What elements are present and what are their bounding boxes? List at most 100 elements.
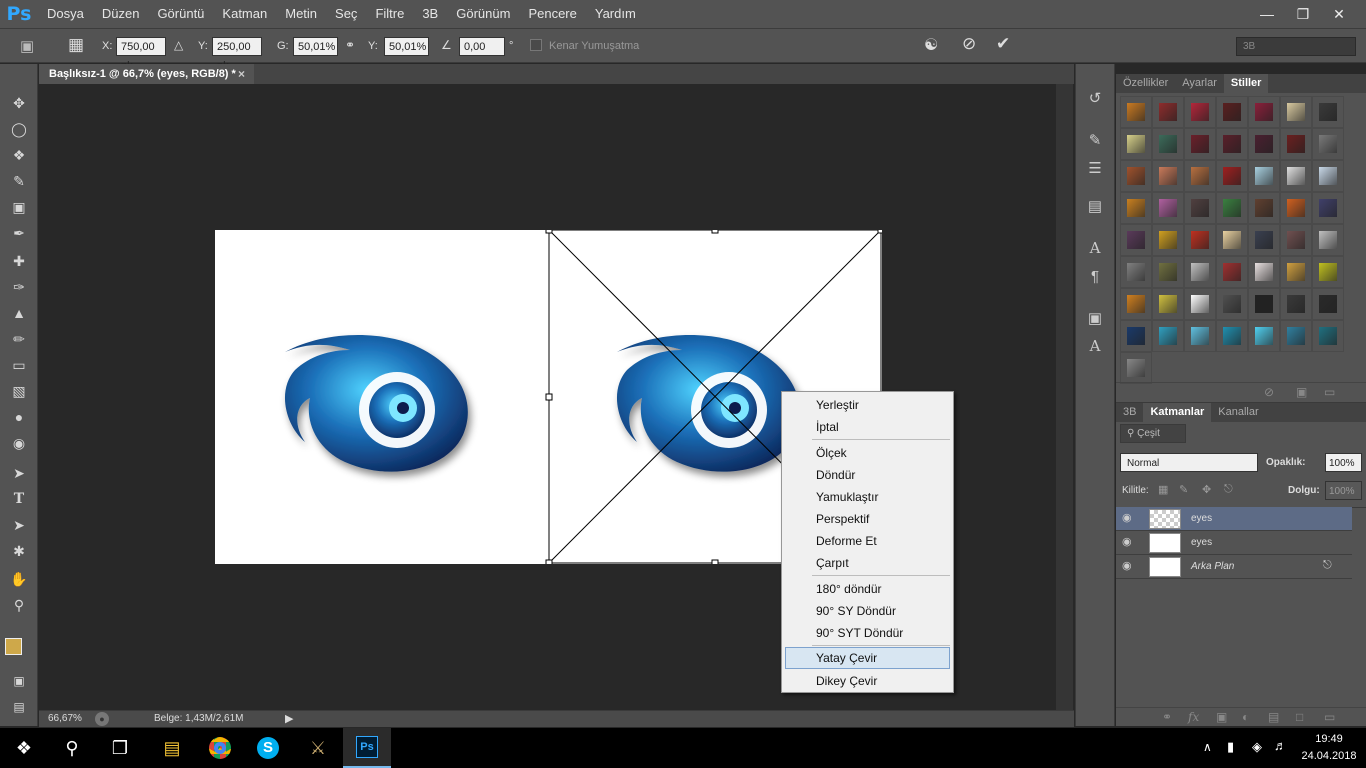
style-swatch[interactable] [1184, 256, 1216, 288]
clock-date[interactable]: 24.04.2018 [1300, 750, 1358, 762]
blend-mode-select[interactable]: Normal [1120, 453, 1258, 472]
menu-item-distort[interactable]: Deforme Et [785, 530, 950, 552]
task-view-icon[interactable]: ❐ [96, 728, 144, 768]
new-style-icon[interactable]: ▣ [1296, 385, 1307, 399]
character-panel-icon[interactable]: A [1084, 238, 1106, 258]
clear-style-icon[interactable]: ⊘ [1264, 385, 1274, 399]
menu-item-flip-vertical[interactable]: Dikey Çevir [785, 670, 950, 692]
screen-mode-icon[interactable]: ▤ [7, 696, 31, 718]
healing-brush-tool-icon[interactable]: ✚ [7, 250, 31, 272]
zoom-tool-icon[interactable]: ⚲ [7, 594, 31, 616]
style-swatch[interactable] [1120, 320, 1152, 352]
vertical-scrollbar[interactable] [1056, 84, 1073, 710]
transform-tool-icon[interactable]: ▣ [20, 37, 34, 55]
style-swatch[interactable] [1312, 192, 1344, 224]
history-panel-icon[interactable]: ↺ [1084, 88, 1106, 108]
tab-layers[interactable]: Katmanlar [1143, 403, 1212, 422]
volume-icon[interactable]: ♬ [1274, 738, 1287, 753]
warp-mode-icon[interactable]: ☯ [924, 35, 938, 55]
style-swatch[interactable] [1280, 288, 1312, 320]
close-tab-icon[interactable]: × [238, 64, 245, 84]
menu-filter[interactable]: Filtre [366, 0, 413, 28]
style-swatch[interactable] [1216, 160, 1248, 192]
style-swatch[interactable] [1280, 192, 1312, 224]
search-icon[interactable]: ⚲ [48, 728, 96, 768]
style-swatch[interactable] [1312, 256, 1344, 288]
style-swatch[interactable] [1248, 96, 1280, 128]
style-swatch[interactable] [1312, 96, 1344, 128]
style-swatch[interactable] [1248, 128, 1280, 160]
tab-properties[interactable]: Özellikler [1116, 74, 1175, 93]
style-swatch[interactable] [1248, 320, 1280, 352]
menu-file[interactable]: Dosya [38, 0, 93, 28]
height-field[interactable]: 50,01% [384, 37, 429, 56]
style-swatch[interactable] [1280, 320, 1312, 352]
lock-pixels-icon[interactable]: ▦ [1158, 483, 1168, 496]
menu-layer[interactable]: Katman [213, 0, 276, 28]
blur-tool-icon[interactable]: ● [7, 406, 31, 428]
brush-presets-icon[interactable]: ☰ [1084, 158, 1106, 178]
zoom-level[interactable]: 66,67% [48, 713, 82, 724]
dodge-tool-icon[interactable]: ◉ [7, 432, 31, 454]
gradient-tool-icon[interactable]: ▧ [7, 380, 31, 402]
document-tab[interactable]: Başlıksız-1 @ 66,7% (eyes, RGB/8) * × [39, 64, 254, 84]
menu-item-rotate-90-ccw[interactable]: 90° SYT Döndür [785, 622, 950, 644]
quick-select-tool-icon[interactable]: ✎ [7, 170, 31, 192]
delete-layer-icon[interactable]: ▭ [1324, 710, 1335, 724]
style-swatch[interactable] [1184, 192, 1216, 224]
style-swatch[interactable] [1248, 224, 1280, 256]
style-swatch[interactable] [1280, 160, 1312, 192]
brush-panel-icon[interactable]: ✎ [1084, 130, 1106, 150]
file-explorer-icon[interactable]: ▤ [148, 728, 196, 768]
style-swatch[interactable] [1216, 288, 1248, 320]
cancel-transform-icon[interactable]: ⊘ [962, 34, 976, 54]
restore-button[interactable]: ❐ [1286, 3, 1320, 25]
visibility-eye-icon[interactable]: ◉ [1122, 559, 1138, 572]
y-field[interactable]: 250,00 pk [212, 37, 262, 72]
style-swatch[interactable] [1152, 160, 1184, 192]
shape-tool-icon[interactable]: ✱ [7, 540, 31, 562]
style-swatch[interactable] [1152, 96, 1184, 128]
style-swatch[interactable] [1248, 192, 1280, 224]
menu-edit[interactable]: Düzen [93, 0, 149, 28]
menu-item-rotate-180[interactable]: 180° döndür [785, 578, 950, 600]
marquee-tool-icon[interactable]: ◯ [7, 118, 31, 140]
league-of-legends-icon[interactable]: ⚔ [294, 728, 342, 768]
pen-tool-icon[interactable]: ➤ [7, 462, 31, 484]
stamp-tool-icon[interactable]: ▲ [7, 302, 31, 324]
network-icon[interactable]: ◈ [1252, 739, 1262, 755]
style-swatch[interactable] [1120, 352, 1152, 384]
style-swatch[interactable] [1216, 256, 1248, 288]
style-swatch[interactable] [1184, 96, 1216, 128]
style-swatch[interactable] [1184, 160, 1216, 192]
fill-field[interactable]: 100% [1325, 481, 1362, 500]
link-icon[interactable]: ⚭ [345, 38, 355, 52]
style-swatch[interactable] [1216, 192, 1248, 224]
move-tool-icon[interactable]: ✥ [7, 92, 31, 114]
style-swatch[interactable] [1312, 288, 1344, 320]
menu-view[interactable]: Görünüm [447, 0, 519, 28]
hand-tool-icon[interactable]: ✋ [7, 568, 31, 590]
style-swatch[interactable] [1152, 224, 1184, 256]
style-swatch[interactable] [1152, 320, 1184, 352]
tab-adjustments[interactable]: Ayarlar [1175, 74, 1224, 93]
clone-source-icon[interactable]: ▤ [1084, 196, 1106, 216]
menu-help[interactable]: Yardım [586, 0, 645, 28]
delta-icon[interactable]: △ [174, 38, 183, 52]
visibility-eye-icon[interactable]: ◉ [1122, 535, 1138, 548]
add-mask-icon[interactable]: ▣ [1216, 710, 1227, 724]
style-swatch[interactable] [1152, 288, 1184, 320]
style-swatch[interactable] [1248, 160, 1280, 192]
lock-move-icon[interactable]: ✥ [1202, 483, 1211, 496]
lock-brush-icon[interactable]: ✎ [1179, 483, 1188, 496]
style-swatch[interactable] [1152, 192, 1184, 224]
width-field[interactable]: 50,01% [293, 37, 338, 56]
new-group-icon[interactable]: ▤ [1268, 710, 1279, 724]
layer-filter-select[interactable]: ⚲ Çeşit [1120, 424, 1186, 443]
quick-mask-icon[interactable]: ▣ [7, 670, 31, 692]
workspace-select[interactable]: 3B [1236, 37, 1356, 56]
photoshop-taskbar-icon[interactable]: Ps [343, 728, 391, 768]
eraser-tool-icon[interactable]: ▭ [7, 354, 31, 376]
x-field[interactable]: 750,00 pk [116, 37, 166, 72]
style-swatch[interactable] [1184, 288, 1216, 320]
